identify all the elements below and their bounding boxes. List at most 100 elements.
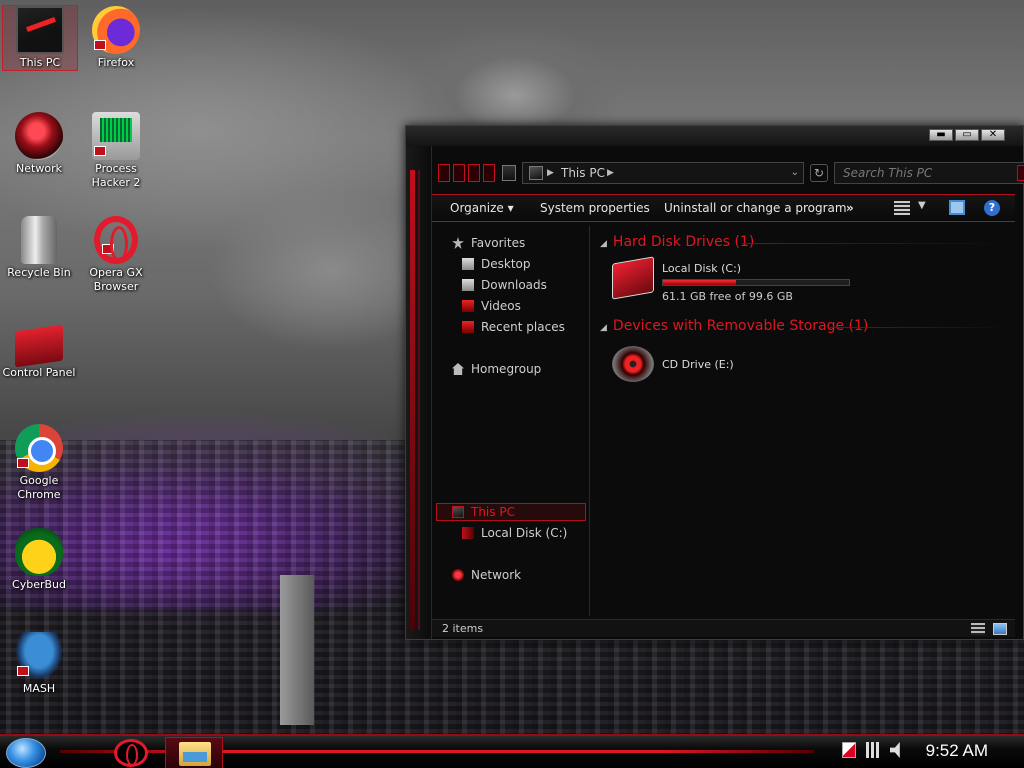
action-center-flag-icon[interactable] [842,742,856,758]
up-button[interactable] [468,164,480,182]
command-bar: Organize ▾ System properties Uninstall o… [432,194,1015,222]
group-header-removable[interactable]: ◢ Devices with Removable Storage (1) [600,318,868,334]
nav-item-label: Videos [481,299,521,313]
desktop-icon-process-hacker[interactable]: Process Hacker 2 [79,112,153,190]
network-icon [15,112,63,160]
control-panel-icon [15,324,63,368]
shortcut-badge-icon [102,244,114,254]
status-bar: 2 items [432,619,1015,637]
desktop-icon-recycle-bin[interactable]: Recycle Bin [2,216,76,280]
more-commands-button[interactable]: » [846,201,854,215]
organize-button[interactable]: Organize ▾ [450,201,514,215]
taskbar-clock[interactable]: 9:52 AM [926,741,988,761]
desktop-icon-chrome[interactable]: Google Chrome [2,424,76,502]
nav-item-label: Desktop [481,257,531,271]
recent-places-icon [462,321,474,333]
history-dropdown-button[interactable] [502,165,516,181]
search-input[interactable]: Search This PC ⌕ [834,162,1024,184]
address-bar[interactable]: ▶ This PC ▶ ⌄ [522,162,804,184]
downloads-folder-icon [462,279,474,291]
help-icon[interactable]: ? [984,200,1000,216]
videos-folder-icon [462,300,474,312]
drive-item-e[interactable]: CD Drive (E:) [612,346,852,386]
uninstall-program-button[interactable]: Uninstall or change a program [664,201,847,215]
nav-item-recent-places[interactable]: Recent places [462,318,565,336]
desktop-icon-mash[interactable]: MASH [2,632,76,696]
opera-gx-icon [94,216,138,264]
drive-name: Local Disk (C:) [662,262,742,275]
nav-item-downloads[interactable]: Downloads [462,276,547,294]
search-icon[interactable]: ⌕ [1017,165,1024,181]
breadcrumb-arrow-icon[interactable]: ▶ [607,163,614,183]
start-button[interactable] [6,738,46,768]
close-button[interactable]: ✕ [981,129,1005,141]
chevron-down-icon[interactable]: ▼ [918,200,926,211]
shortcut-badge-icon [17,458,29,468]
nav-item-label: This PC [471,505,515,519]
drive-name: CD Drive (E:) [662,358,734,371]
chevron-down-icon[interactable]: ⌄ [791,163,799,183]
preview-pane-icon[interactable] [949,200,965,215]
nav-item-homegroup[interactable]: Homegroup [452,360,541,378]
details-view-icon[interactable] [971,623,985,635]
desktop-icon-control-panel[interactable]: Control Panel [2,320,76,380]
folder-icon [179,742,211,766]
nav-item-network[interactable]: Network [452,566,521,584]
desktop-icon-this-pc[interactable]: This PC [2,5,78,71]
explorer-window[interactable]: ▬ ▭ ✕ ▶ This PC ▶ ⌄ ↻ Search This PC ⌕ O… [405,125,1024,640]
taskbar: 9:52 AM [0,734,1024,768]
desktop-icon-label: MASH [22,682,56,695]
shortcut-badge-icon [94,146,106,156]
breadcrumb-this-pc[interactable]: This PC [561,166,605,180]
taskbar-opera-gx[interactable] [114,739,148,767]
hard-disk-icon [462,527,474,539]
homegroup-icon [452,363,464,375]
desktop-icon-label: Process Hacker 2 [91,162,141,189]
group-header-hard-disks[interactable]: ◢ Hard Disk Drives (1) [600,234,754,250]
nav-item-favorites[interactable]: Favorites [452,234,525,252]
volume-icon[interactable] [890,742,900,758]
system-properties-button[interactable]: System properties [540,201,650,215]
desktop-icon-firefox[interactable]: Firefox [79,6,153,70]
window-controls: ▬ ▭ ✕ [929,129,1005,141]
desktop-icon-network[interactable]: Network [2,112,76,176]
star-icon [452,237,464,249]
forward-button[interactable] [453,164,465,182]
recycle-bin-icon [21,216,57,264]
drive-item-c[interactable]: Local Disk (C:) 61.1 GB free of 99.6 GB [612,256,852,303]
collapse-triangle-icon[interactable]: ◢ [600,323,607,333]
refresh-button[interactable]: ↻ [810,164,828,182]
item-count: 2 items [442,622,484,635]
back-button[interactable] [438,164,450,182]
minimize-button[interactable]: ▬ [929,129,953,141]
breadcrumb-arrow-icon[interactable]: ▶ [547,163,554,183]
nav-item-label: Network [471,568,522,582]
nav-item-desktop[interactable]: Desktop [462,255,531,273]
search-placeholder: Search This PC [843,166,933,180]
desktop-icon-cyberbud[interactable]: CyberBud [2,528,76,592]
drive-usage-bar [662,279,850,286]
nav-item-local-disk[interactable]: Local Disk (C:) [462,524,567,542]
recent-locations-button[interactable] [483,164,495,182]
drive-free-space: 61.1 GB free of 99.6 GB [662,290,793,303]
address-row: ▶ This PC ▶ ⌄ ↻ Search This PC ⌕ [432,162,1024,184]
cyberbud-icon [15,528,63,576]
navigation-pane: Favorites Desktop Downloads Videos Recen… [432,226,590,616]
nav-item-label: Local Disk (C:) [481,526,568,540]
maximize-button[interactable]: ▭ [955,129,979,141]
taskbar-file-explorer[interactable] [165,737,223,768]
change-view-icon[interactable] [894,201,910,215]
desktop-icon-label: Opera GX Browser [89,266,143,293]
window-title-bar[interactable]: ▬ ▭ ✕ [406,126,1023,146]
desktop-icon-label: Control Panel [2,366,76,379]
nav-item-videos[interactable]: Videos [462,297,521,315]
desktop-icon-opera-gx[interactable]: Opera GX Browser [79,216,153,294]
wallpaper-tower [280,575,314,725]
file-list: ◢ Hard Disk Drives (1) Local Disk (C:) 61… [592,226,1015,616]
large-icons-view-icon[interactable] [993,623,1007,635]
network-tray-icon[interactable] [866,742,880,758]
collapse-triangle-icon[interactable]: ◢ [600,239,607,249]
desktop-icon-label: This PC [19,56,61,69]
nav-item-this-pc[interactable]: This PC [452,503,515,521]
nav-item-label: Recent places [481,320,565,334]
